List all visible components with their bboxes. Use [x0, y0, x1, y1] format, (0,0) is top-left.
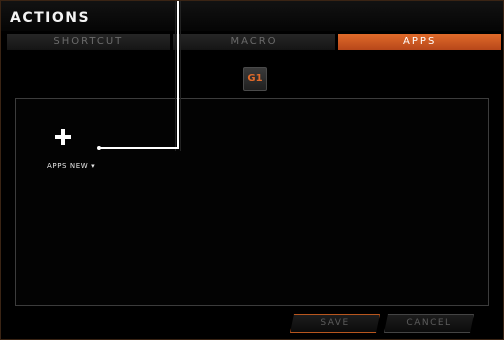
tab-bar: SHORTCUT MACRO APPS	[7, 34, 502, 50]
apps-panel	[15, 98, 489, 306]
callout-dot	[97, 146, 101, 150]
tab-macro[interactable]: MACRO	[172, 34, 336, 50]
window-title: ACTIONS	[10, 10, 91, 26]
save-button[interactable]: SAVE	[290, 314, 380, 333]
callout-line	[177, 1, 179, 149]
title-bar: ACTIONS	[1, 1, 503, 31]
plus-icon[interactable]	[55, 129, 71, 145]
apps-new-dropdown[interactable]: APPS NEW ▾	[47, 162, 95, 170]
cancel-button[interactable]: CANCEL	[384, 314, 474, 333]
tab-apps[interactable]: APPS	[338, 34, 502, 50]
actions-window: ACTIONS SHORTCUT MACRO APPS G1 APPS NEW …	[0, 0, 504, 340]
g-key-button[interactable]: G1	[243, 67, 267, 91]
callout-line-horizontal	[99, 147, 179, 149]
tab-shortcut[interactable]: SHORTCUT	[7, 34, 170, 50]
